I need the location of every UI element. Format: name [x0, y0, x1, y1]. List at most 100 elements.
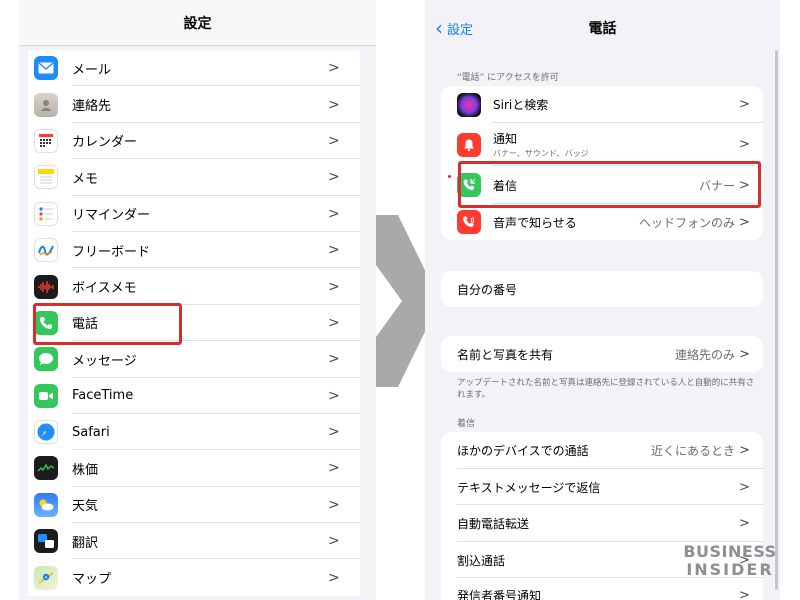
- settings-item-notes[interactable]: メモ >: [28, 159, 360, 196]
- row-label: 通知: [493, 132, 518, 146]
- weather-icon: [34, 492, 58, 517]
- settings-item-label: ボイスメモ: [72, 281, 137, 297]
- chevron-left-icon: ‹: [435, 16, 443, 40]
- notifications-icon: [457, 132, 481, 157]
- chevron-right-icon: >: [739, 214, 750, 230]
- settings-item-label: 天気: [72, 499, 99, 515]
- maps-icon: [34, 565, 58, 590]
- row-label: 名前と写真を共有: [457, 347, 554, 362]
- settings-item-label: メッセージ: [72, 353, 137, 369]
- settings-item-reminders[interactable]: リマインダー >: [28, 196, 360, 233]
- left-nav-bar: 設定: [19, 0, 376, 46]
- chevron-right-icon: >: [328, 569, 340, 586]
- scrollbar[interactable]: [775, 50, 778, 590]
- settings-item-label: カレンダー: [72, 135, 138, 151]
- translate-icon: [34, 529, 58, 554]
- row-label: テキストメッセージで返信: [457, 480, 601, 495]
- page-title: 設定: [183, 15, 212, 32]
- row-siri-search[interactable]: Siriと検索 >: [441, 86, 763, 123]
- chevron-right-icon: >: [328, 278, 340, 295]
- my-number-group: 自分の番号: [441, 271, 763, 307]
- stocks-icon: [34, 456, 58, 481]
- row-label: 自動電話転送: [457, 517, 530, 531]
- settings-item-weather[interactable]: 天気 >: [28, 487, 360, 524]
- chevron-right-icon: >: [328, 460, 340, 477]
- row-calls-other-devices[interactable]: ほかのデバイスでの通話 近くにあるとき >: [441, 432, 763, 469]
- freeform-icon: [34, 238, 58, 263]
- calendar-icon: [34, 128, 58, 153]
- settings-item-facetime[interactable]: FaceTime >: [28, 378, 360, 415]
- chevron-right-icon: >: [328, 96, 340, 113]
- chevron-right-icon: >: [739, 97, 750, 112]
- row-sublabel: バナー、サウンド、バッジ: [493, 149, 589, 158]
- settings-item-messages[interactable]: メッセージ >: [28, 341, 360, 378]
- settings-item-safari[interactable]: Safari >: [28, 414, 360, 451]
- row-value: ヘッドフォンのみ: [638, 215, 735, 230]
- chevron-right-icon: >: [328, 387, 340, 404]
- chevron-right-icon: >: [328, 351, 340, 368]
- settings-item-mail[interactable]: メール >: [28, 50, 360, 87]
- settings-item-stocks[interactable]: 株価 >: [28, 450, 360, 488]
- settings-item-label: リマインダー: [72, 208, 151, 224]
- row-value: 連絡先のみ: [674, 347, 735, 362]
- reminders-icon: [34, 201, 58, 226]
- page-title: 電話: [588, 21, 617, 37]
- settings-item-label: Safari: [72, 424, 110, 440]
- settings-item-label: メール: [72, 62, 112, 78]
- back-button-label: 設定: [447, 22, 474, 38]
- row-announce-calls[interactable]: 音声で知らせる ヘッドフォンのみ >: [441, 204, 763, 240]
- chevron-right-icon: >: [739, 479, 750, 495]
- share-group: 名前と写真を共有 連絡先のみ >: [441, 336, 763, 372]
- row-label: 発信者番号通知: [457, 588, 542, 600]
- back-button[interactable]: ‹ 設定: [435, 18, 473, 38]
- highlight-box-phone: [33, 303, 182, 345]
- right-nav-bar: ‹ 設定 電話: [425, 0, 780, 56]
- settings-item-voice-memos[interactable]: ボイスメモ >: [28, 268, 360, 306]
- settings-item-freeform[interactable]: フリーボード >: [28, 232, 360, 269]
- settings-item-label: 株価: [72, 462, 99, 478]
- messages-icon: [34, 347, 58, 372]
- safari-icon: [34, 420, 58, 445]
- logo-line-1: BUSINESS: [683, 542, 777, 561]
- settings-item-label: メモ: [72, 171, 99, 187]
- logo-line-2: INSIDER: [686, 560, 774, 579]
- chevron-right-icon: >: [328, 242, 340, 259]
- chevron-right-icon: >: [739, 516, 750, 531]
- chevron-right-icon: >: [328, 496, 340, 513]
- chevron-right-icon: >: [328, 132, 340, 149]
- siri-icon: [457, 92, 481, 117]
- row-notifications[interactable]: 通知 バナー、サウンド、バッジ >: [441, 123, 763, 166]
- contacts-icon: [34, 92, 58, 117]
- chevron-right-icon: >: [328, 60, 340, 77]
- row-my-number[interactable]: 自分の番号: [441, 271, 763, 307]
- row-value: 近くにあるとき: [650, 444, 735, 458]
- chevron-right-icon: >: [739, 346, 750, 362]
- chevron-right-icon: >: [328, 169, 340, 186]
- section-caption-calls: 着信: [457, 419, 476, 429]
- settings-item-maps[interactable]: マップ >: [28, 559, 360, 595]
- chevron-right-icon: >: [739, 137, 750, 152]
- settings-item-label: マップ: [72, 572, 112, 588]
- notes-icon: [34, 165, 58, 190]
- row-text-reply[interactable]: テキストメッセージで返信 >: [441, 469, 763, 505]
- announce-calls-icon: [457, 210, 481, 234]
- settings-item-label: 連絡先: [72, 99, 112, 115]
- facetime-icon: [34, 383, 58, 408]
- row-call-forwarding[interactable]: 自動電話転送 >: [441, 505, 763, 542]
- phone-settings-screen: ‹ 設定 電話 “電話” にアクセスを許可 Siriと検索 > 通知 バナー、サ…: [425, 0, 780, 600]
- chevron-right-icon: >: [739, 443, 750, 458]
- settings-item-contacts[interactable]: 連絡先 >: [28, 86, 360, 124]
- row-label: 音声で知らせる: [493, 215, 577, 230]
- section-caption-access: “電話” にアクセスを許可: [457, 73, 559, 83]
- mail-icon: [34, 56, 58, 81]
- row-caller-id[interactable]: 発信者番号通知 >: [441, 578, 763, 600]
- settings-item-calendar[interactable]: カレンダー >: [28, 123, 360, 160]
- settings-item-translate[interactable]: 翻訳 >: [28, 523, 360, 560]
- row-label: Siriと検索: [493, 98, 549, 112]
- chevron-right-icon: >: [739, 587, 750, 600]
- row-label: 自分の番号: [457, 282, 518, 297]
- row-share-name-photo[interactable]: 名前と写真を共有 連絡先のみ >: [441, 336, 763, 372]
- chevron-right-icon: >: [328, 205, 340, 222]
- chevron-right-icon: >: [328, 314, 340, 331]
- chevron-right-icon: >: [328, 424, 340, 441]
